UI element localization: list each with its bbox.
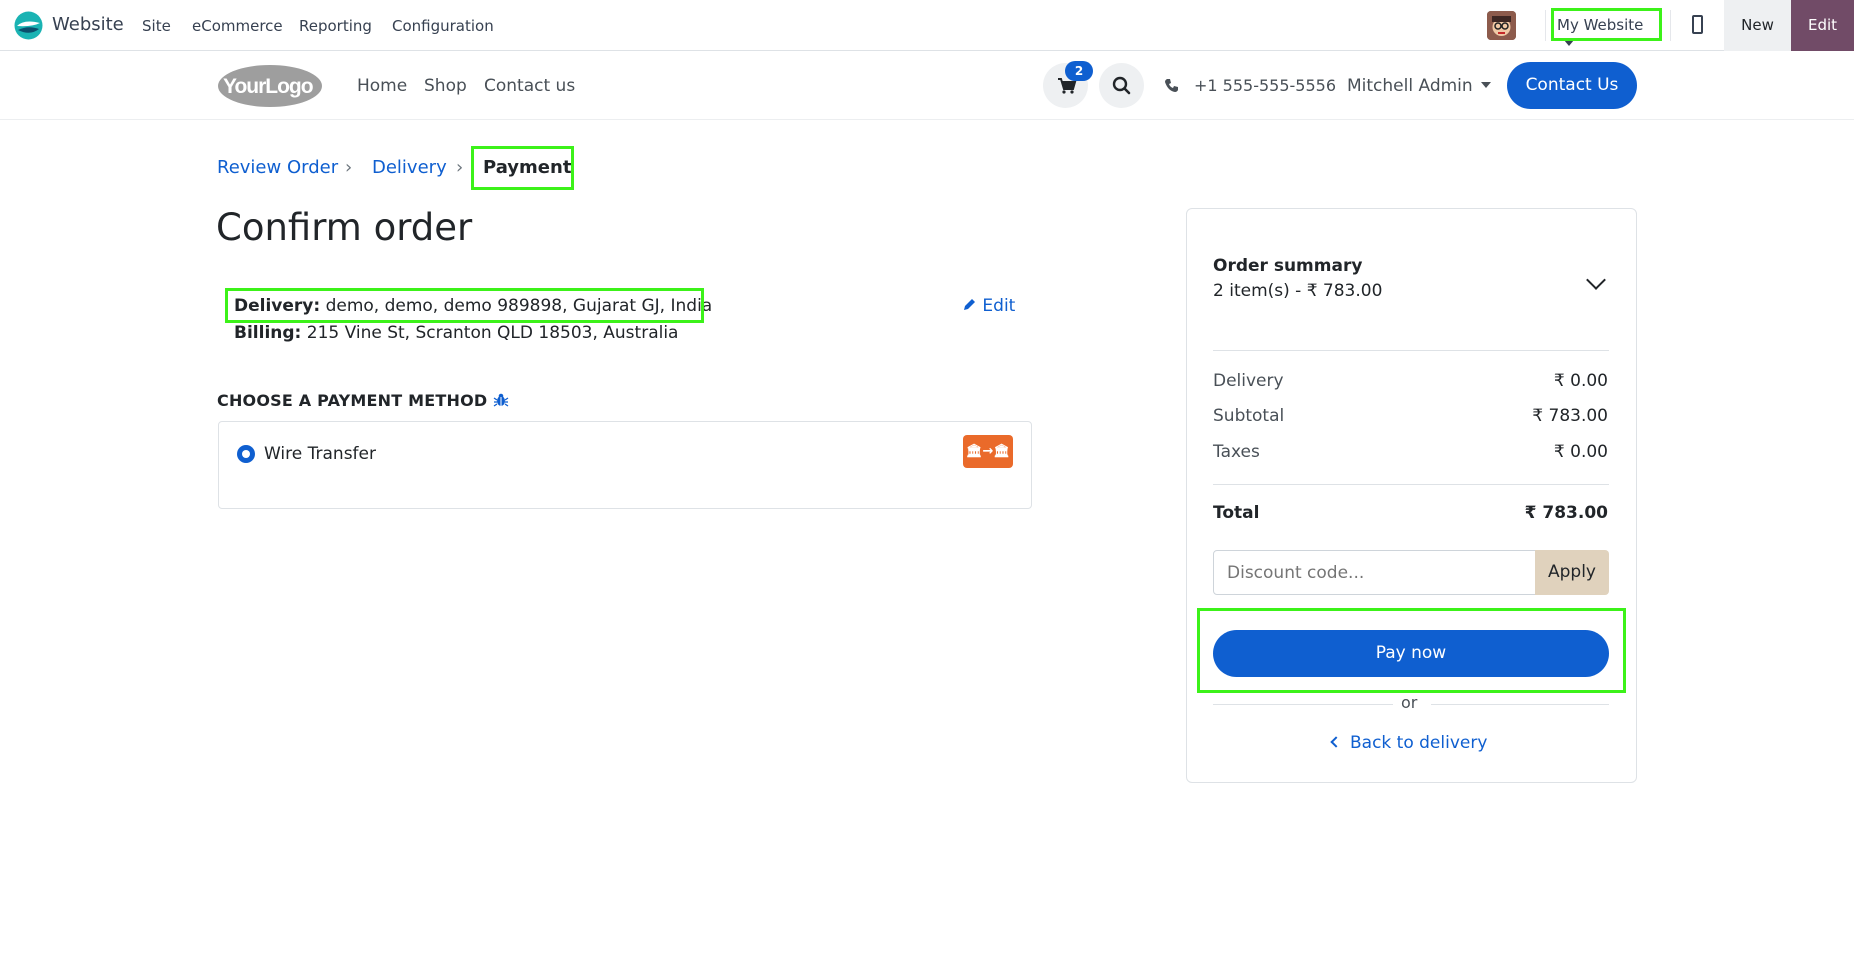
- app-name[interactable]: Website: [52, 14, 124, 35]
- admin-navbar: Website Site eCommerce Reporting Configu…: [0, 0, 1854, 51]
- delivery-value: demo, demo, demo 989898, Gujarat GJ, Ind…: [325, 296, 713, 316]
- chevron-down-icon[interactable]: [1586, 270, 1606, 290]
- user-name: Mitchell Admin: [1347, 76, 1473, 96]
- search-icon: [1112, 76, 1131, 95]
- chevron-right-icon: ›: [456, 157, 464, 178]
- caret-down-icon: [1480, 82, 1491, 88]
- nav-contact[interactable]: Contact us: [484, 76, 575, 96]
- pay-now-button[interactable]: Pay now: [1213, 630, 1609, 677]
- order-summary-title: Order summary: [1213, 256, 1363, 276]
- cart-count-badge: 2: [1065, 61, 1093, 81]
- order-summary-card: Order summary 2 item(s) - ₹ 783.00 Deliv…: [1186, 208, 1637, 783]
- edit-address-link[interactable]: Edit: [962, 296, 1015, 316]
- total-value: ₹ 783.00: [1524, 503, 1608, 523]
- menu-reporting[interactable]: Reporting: [299, 17, 372, 35]
- summary-row-label: Taxes: [1213, 442, 1260, 462]
- payment-method-option[interactable]: Wire Transfer 🏛→🏛: [218, 421, 1032, 509]
- website-switcher-dropdown[interactable]: My Website: [1553, 10, 1660, 46]
- bug-icon[interactable]: [493, 392, 509, 408]
- divider: [1213, 484, 1609, 485]
- summary-row-value: ₹ 0.00: [1553, 442, 1608, 462]
- total-label: Total: [1213, 503, 1260, 523]
- mobile-preview-icon[interactable]: [1692, 15, 1703, 34]
- phone-number[interactable]: +1 555-555-5556: [1194, 76, 1336, 95]
- breadcrumb-delivery[interactable]: Delivery: [372, 157, 447, 178]
- payment-method-label: Wire Transfer: [264, 444, 376, 464]
- pencil-icon: [964, 299, 975, 310]
- site-logo[interactable]: YourLogo: [217, 64, 323, 108]
- website-app-icon[interactable]: [14, 11, 43, 40]
- phone-icon: [1165, 79, 1178, 92]
- caret-down-icon: [1564, 40, 1574, 46]
- page-title: Confirm order: [216, 206, 473, 249]
- billing-address: Billing: 215 Vine St, Scranton QLD 18503…: [234, 323, 678, 343]
- website-switcher-label: My Website: [1557, 16, 1644, 34]
- summary-row-value: ₹ 0.00: [1553, 371, 1608, 391]
- edit-label: Edit: [982, 296, 1016, 316]
- divider: [1545, 10, 1546, 41]
- or-separator: or: [1401, 693, 1418, 712]
- divider: [1213, 704, 1393, 705]
- divider: [1213, 350, 1609, 351]
- new-button[interactable]: New: [1724, 0, 1791, 51]
- delivery-address: Delivery: demo, demo, demo 989898, Gujar…: [234, 296, 712, 316]
- chevron-left-icon: [1330, 736, 1342, 748]
- bank-transfer-icon: 🏛→🏛: [963, 435, 1013, 468]
- contact-us-button[interactable]: Contact Us: [1507, 62, 1637, 109]
- billing-value: 215 Vine St, Scranton QLD 18503, Austral…: [306, 323, 679, 343]
- site-header: YourLogo Home Shop Contact us 2 +1 555-5…: [0, 52, 1854, 120]
- payment-method-title: CHOOSE A PAYMENT METHOD: [217, 391, 488, 410]
- search-button[interactable]: [1099, 63, 1144, 108]
- divider: [1670, 10, 1671, 41]
- divider: [1431, 704, 1609, 705]
- apply-button[interactable]: Apply: [1535, 550, 1609, 595]
- discount-code-input[interactable]: [1213, 550, 1536, 595]
- chevron-right-icon: ›: [345, 157, 353, 178]
- payment-method-heading: CHOOSE A PAYMENT METHOD: [217, 391, 509, 410]
- menu-site[interactable]: Site: [142, 17, 171, 35]
- order-summary-subtitle: 2 item(s) - ₹ 783.00: [1213, 281, 1383, 301]
- delivery-label: Delivery:: [234, 296, 321, 316]
- menu-configuration[interactable]: Configuration: [392, 17, 494, 35]
- summary-row-value: ₹ 783.00: [1532, 406, 1608, 426]
- logo-text: YourLogo: [223, 75, 313, 98]
- edit-button[interactable]: Edit: [1791, 0, 1854, 51]
- back-label: Back to delivery: [1350, 733, 1488, 753]
- summary-row-label: Delivery: [1213, 371, 1284, 391]
- breadcrumb-payment: Payment: [483, 157, 572, 178]
- nav-home[interactable]: Home: [357, 76, 407, 96]
- billing-label: Billing:: [234, 323, 302, 343]
- back-to-delivery-link[interactable]: Back to delivery: [1330, 733, 1488, 753]
- breadcrumb-review-order[interactable]: Review Order: [217, 157, 338, 178]
- nav-shop[interactable]: Shop: [424, 76, 467, 96]
- user-menu-dropdown[interactable]: Mitchell Admin: [1347, 76, 1491, 96]
- avatar-face-icon: [1487, 11, 1516, 40]
- menu-ecommerce[interactable]: eCommerce: [192, 17, 283, 35]
- user-avatar[interactable]: [1487, 11, 1516, 40]
- summary-row-label: Subtotal: [1213, 406, 1285, 426]
- payment-radio[interactable]: [237, 445, 255, 463]
